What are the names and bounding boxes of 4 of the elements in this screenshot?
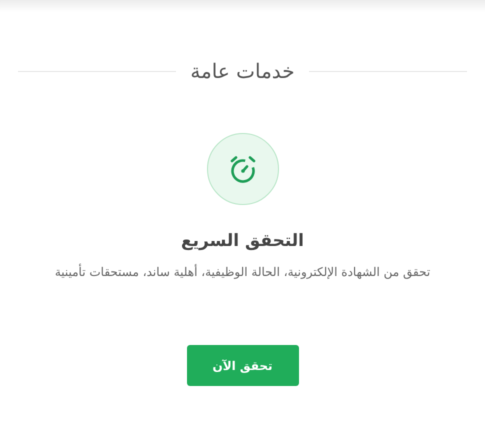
section-title: خدمات عامة <box>189 58 296 85</box>
verify-button[interactable]: تحقق الآن <box>186 345 298 386</box>
card-title: التحقق السريع <box>181 231 304 251</box>
card-description: تحقق من الشهادة الإلكترونية، الحالة الوظيفية، أهلية ساند، مستحقات تأمينية <box>54 265 430 279</box>
